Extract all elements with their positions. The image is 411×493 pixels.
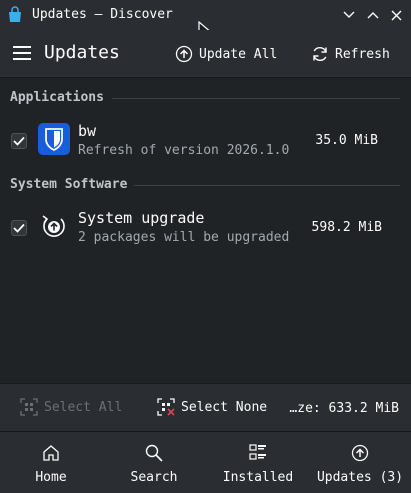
bw-size: 35.0 MiB — [315, 133, 378, 148]
checkmark-icon — [13, 136, 25, 146]
nav-installed[interactable]: Installed — [219, 432, 297, 493]
page-header: Updates Update All Refresh — [0, 30, 411, 78]
installed-icon — [249, 444, 266, 460]
update-arrow-icon — [175, 45, 193, 63]
nav-updates[interactable]: Updates (3) — [312, 432, 408, 493]
section-title-system-software: System Software — [10, 177, 128, 192]
update-all-button[interactable]: Update All — [175, 41, 277, 67]
nav-home-label: Home — [35, 470, 67, 485]
system-upgrade-checkbox[interactable] — [11, 220, 27, 236]
bw-description: Refresh of version 2026.1.0 — [78, 143, 290, 158]
close-button[interactable] — [386, 5, 406, 25]
bw-checkbox[interactable] — [11, 133, 27, 149]
select-none-button[interactable]: Select None — [157, 398, 267, 416]
page-title: Updates — [44, 42, 120, 63]
select-none-icon — [157, 398, 175, 416]
updates-icon — [351, 444, 369, 462]
nav-installed-label: Installed — [222, 470, 294, 485]
chevron-down-icon — [343, 11, 355, 18]
system-upgrade-icon — [42, 215, 65, 237]
system-upgrade-name: System upgrade — [78, 209, 205, 227]
nav-home[interactable]: Home — [21, 432, 81, 493]
discover-app-icon — [9, 6, 21, 22]
minimize-button[interactable] — [339, 5, 359, 25]
update-row-system-upgrade[interactable]: System upgrade 2 packages will be upgrad… — [0, 205, 411, 251]
window-title: Updates — Discover — [32, 7, 173, 22]
nav-search-label: Search — [130, 470, 178, 485]
search-icon — [145, 444, 163, 462]
hamburger-menu-icon[interactable] — [13, 45, 31, 61]
section-divider — [134, 185, 400, 186]
chevron-up-icon — [367, 12, 379, 19]
maximize-button[interactable] — [363, 5, 383, 25]
select-all-button[interactable]: Select All — [20, 398, 122, 416]
total-download-size: …ze: 633.2 MiB — [289, 401, 399, 416]
checkmark-icon — [13, 223, 25, 233]
home-icon — [43, 445, 59, 461]
update-row-bw[interactable]: bw Refresh of version 2026.1.0 35.0 MiB — [0, 118, 411, 164]
bitwarden-shield-icon — [38, 123, 70, 155]
selection-bar: Select All Select None …ze: 633.2 MiB — [0, 383, 411, 431]
nav-search[interactable]: Search — [120, 432, 188, 493]
select-all-icon — [20, 398, 38, 416]
select-none-label: Select None — [181, 399, 268, 415]
refresh-label: Refresh — [335, 46, 390, 62]
bottom-navigation: Home Search Installed Updates (3) — [0, 431, 411, 493]
bw-name: bw — [78, 122, 97, 140]
select-all-label: Select All — [44, 399, 123, 415]
system-upgrade-description: 2 packages will be upgraded — [78, 230, 290, 245]
system-upgrade-size: 598.2 MiB — [311, 220, 382, 235]
update-all-label: Update All — [199, 46, 278, 62]
refresh-button[interactable]: Refresh — [311, 41, 390, 67]
refresh-icon — [313, 46, 327, 62]
section-divider — [112, 98, 400, 99]
close-icon — [391, 10, 401, 20]
nav-updates-label: Updates (3) — [316, 470, 404, 485]
section-title-applications: Applications — [10, 90, 104, 105]
